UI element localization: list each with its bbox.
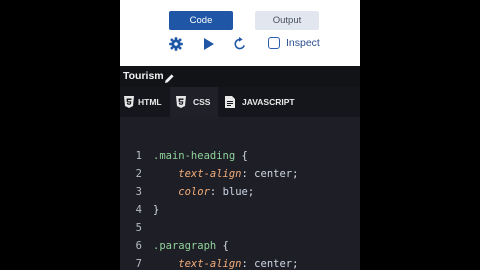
tab-css-label: CSS — [193, 97, 211, 107]
code-line[interactable]: 5 — [120, 219, 360, 237]
tab-css[interactable]: CSS — [170, 87, 218, 117]
code-token: : — [241, 168, 255, 180]
tab-javascript[interactable]: JAVASCRIPT — [218, 87, 313, 117]
edit-pencil-icon[interactable] — [164, 71, 175, 83]
line-code: .paragraph { — [153, 237, 229, 255]
code-line[interactable]: 2 text-align: center; — [120, 165, 360, 183]
line-number: 1 — [135, 150, 142, 162]
code-token: } — [153, 204, 160, 216]
code-token: center — [254, 258, 293, 270]
code-token: text-align — [153, 168, 242, 180]
output-tab-button[interactable]: Output — [255, 11, 319, 30]
settings-gear-icon[interactable] — [168, 36, 184, 52]
code-token: center — [254, 168, 293, 180]
line-number: 7 — [135, 258, 142, 270]
line-number: 5 — [135, 222, 142, 234]
tab-html[interactable]: HTML — [120, 87, 170, 117]
reset-refresh-icon[interactable] — [232, 36, 248, 52]
line-number: 3 — [135, 186, 142, 198]
code-tab-button[interactable]: Code — [169, 11, 233, 30]
line-code: .main-heading { — [153, 147, 248, 165]
code-token: blue — [222, 186, 248, 198]
code-editor-app: Code Output Inspect Tourism HTML CSS JAV… — [120, 0, 360, 270]
code-line[interactable]: 4} — [120, 201, 360, 219]
tab-javascript-label: JAVASCRIPT — [242, 97, 295, 107]
code-line[interactable]: 6 .paragraph { — [120, 237, 360, 255]
letterbox-right — [360, 0, 480, 270]
project-title-bar: Tourism — [120, 66, 360, 87]
code-token: : — [209, 186, 223, 198]
line-number: 2 — [135, 168, 142, 180]
code-token: .paragraph — [153, 240, 217, 252]
code-token: { — [235, 150, 248, 162]
css3-icon — [176, 96, 186, 108]
file-icon — [225, 96, 235, 108]
code-token: ; — [292, 168, 299, 180]
code-token: : — [241, 258, 255, 270]
code-token: text-align — [153, 258, 242, 270]
code-editor[interactable]: 1 .main-heading {2 text-align: center; 3 c… — [120, 117, 360, 270]
code-line[interactable]: 3 color: blue; — [120, 183, 360, 201]
inspect-label: Inspect — [286, 37, 320, 49]
line-code: text-align: center; — [153, 255, 298, 270]
inspect-checkbox[interactable] — [268, 37, 280, 49]
line-number: 4 — [135, 204, 142, 216]
code-token: .main-heading — [153, 150, 236, 162]
top-toolbar: Code Output Inspect — [120, 0, 360, 66]
line-code: } — [153, 201, 159, 219]
run-play-icon[interactable] — [200, 36, 216, 52]
line-code: text-align: center; — [153, 165, 298, 183]
project-title: Tourism — [123, 70, 164, 82]
code-token: color — [153, 186, 210, 198]
code-line[interactable]: 7 text-align: center; — [120, 255, 360, 270]
code-token: { — [216, 240, 229, 252]
tab-html-label: HTML — [138, 97, 162, 107]
code-token: ; — [292, 258, 299, 270]
code-token: ; — [247, 186, 255, 198]
html5-icon — [124, 96, 134, 108]
file-tabs: HTML CSS JAVASCRIPT — [120, 87, 360, 117]
code-line[interactable]: 1 .main-heading { — [120, 147, 360, 165]
line-number: 6 — [135, 240, 142, 252]
line-code: color: blue; — [153, 183, 254, 201]
letterbox-left — [0, 0, 120, 270]
